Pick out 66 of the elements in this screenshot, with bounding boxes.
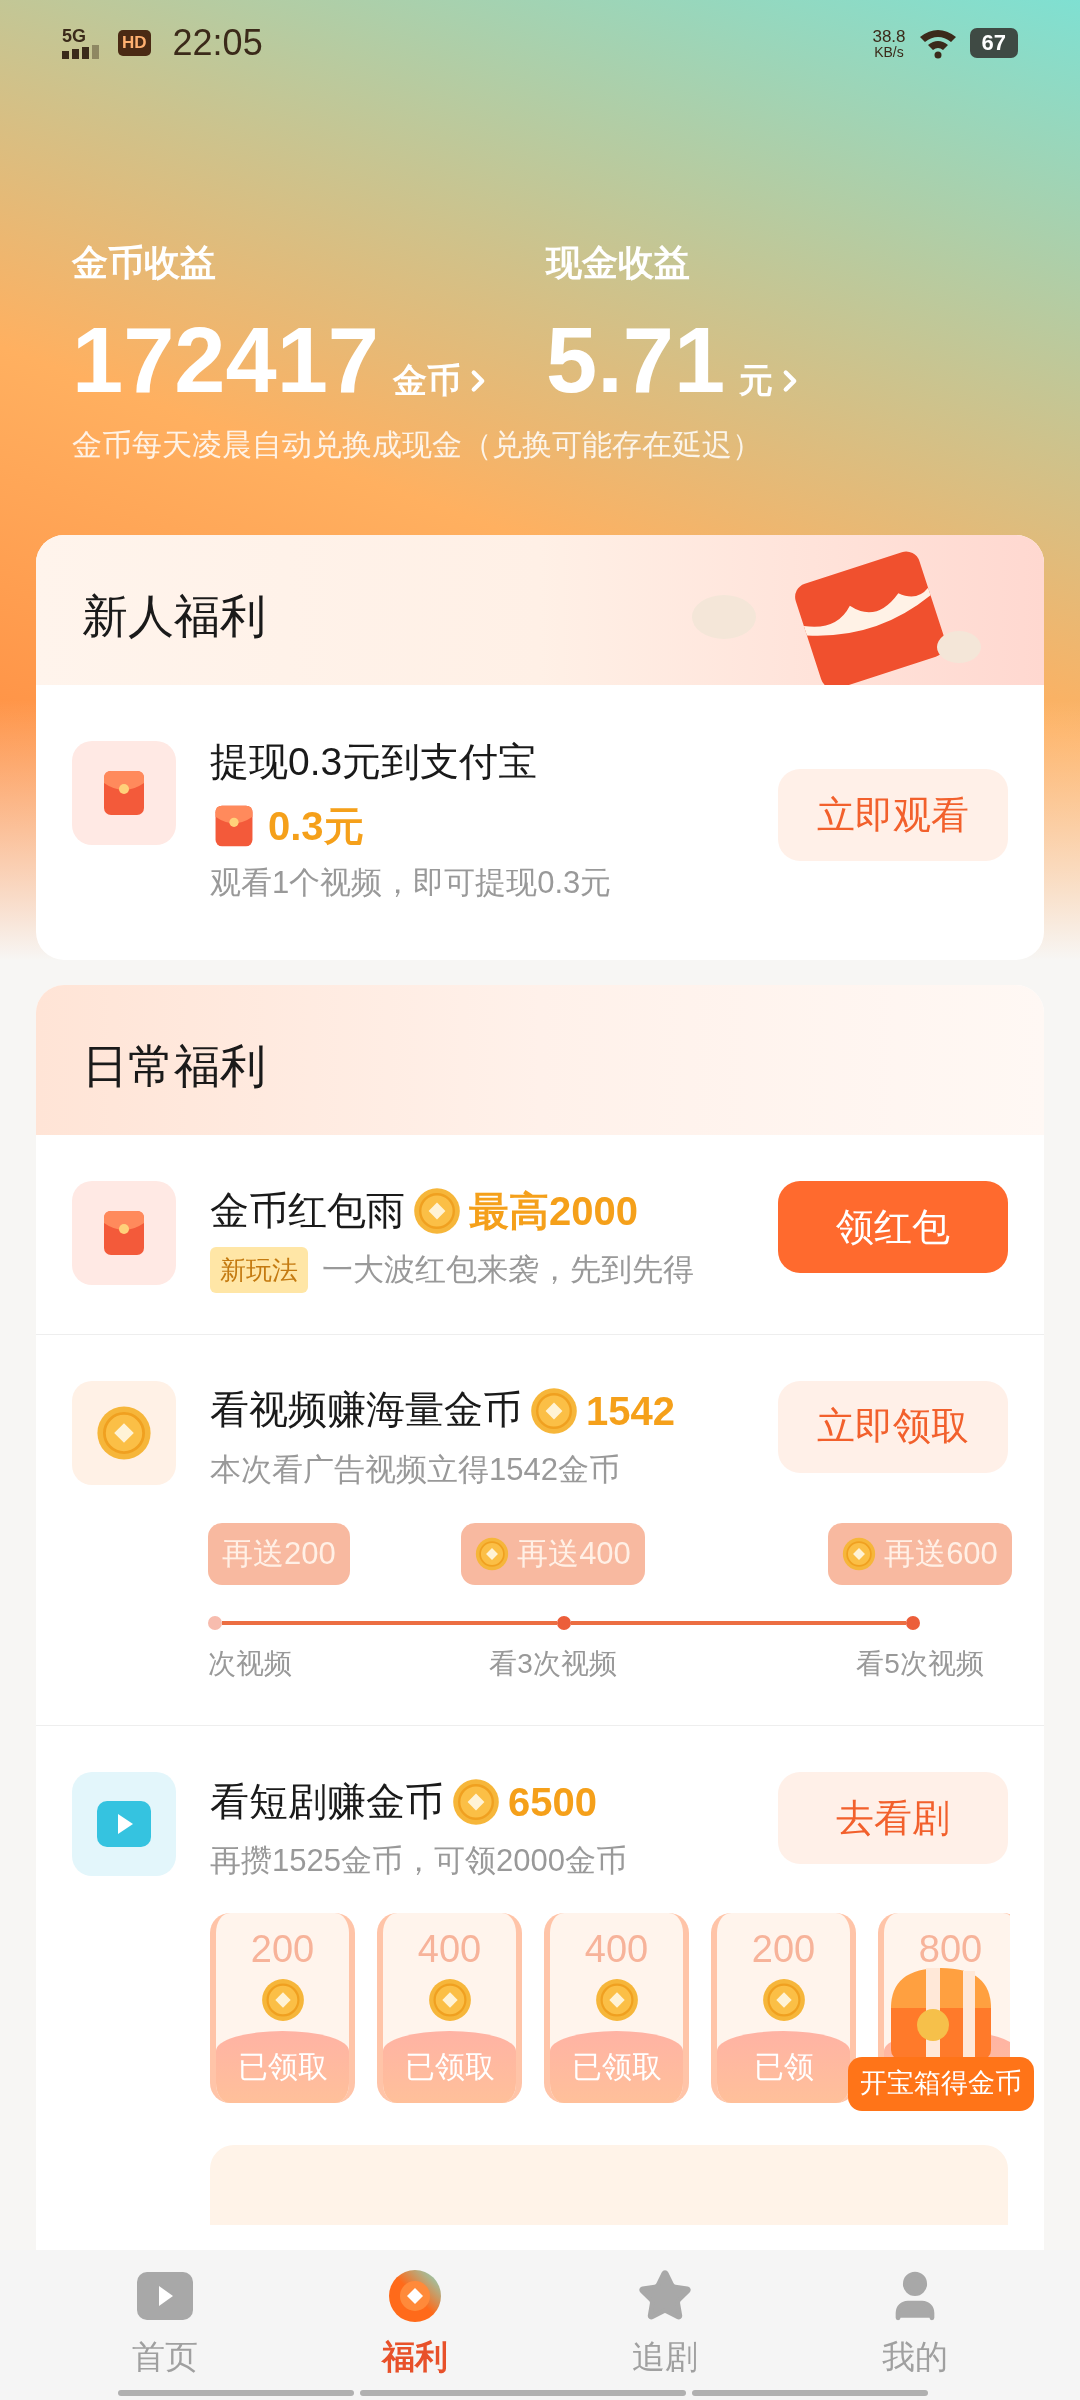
section-title: 日常福利 bbox=[82, 1038, 266, 1094]
reward-amount: 6500 bbox=[508, 1779, 597, 1826]
claimed-status: 已领 bbox=[753, 2049, 814, 2085]
item-title: 金币红包雨 bbox=[210, 1187, 405, 1234]
item-description: 观看1个视频，即可提现0.3元 bbox=[210, 863, 613, 902]
earnings-label: 金币收益 bbox=[72, 241, 217, 285]
item-title: 提现0.3元到支付宝 bbox=[210, 739, 539, 785]
new-feature-tag: 新玩法 bbox=[210, 1247, 308, 1294]
item-title: 看短剧赚金币 bbox=[210, 1778, 444, 1825]
bonus-tag: 再送400 bbox=[461, 1523, 645, 1585]
card-amount: 200 bbox=[250, 1926, 315, 1972]
coin-icon bbox=[594, 1977, 639, 2022]
coin-icon bbox=[388, 2269, 442, 2323]
earnings-label: 现金收益 bbox=[546, 241, 691, 285]
action-button[interactable]: 立即领取 bbox=[778, 1380, 1008, 1473]
action-button[interactable]: 立即观看 bbox=[778, 769, 1008, 861]
coin-icon bbox=[427, 1977, 472, 2022]
claimed-status: 已领取 bbox=[404, 2049, 495, 2085]
item-description: 再攒1525金币，可领2000金币 bbox=[210, 1842, 627, 1880]
play-icon bbox=[97, 1801, 151, 1847]
network-type: 5G bbox=[62, 27, 87, 45]
reward-amount: 1542 bbox=[586, 1387, 675, 1435]
action-button[interactable]: 去看剧 bbox=[778, 1772, 1008, 1864]
reward-amount: 0.3元 bbox=[268, 802, 364, 850]
clock-time: 22:05 bbox=[172, 21, 263, 65]
earnings-unit-link[interactable]: 金币 bbox=[393, 355, 495, 406]
earnings-amount: 5.71 bbox=[546, 308, 726, 413]
earnings-amount: 172417 bbox=[72, 308, 379, 413]
card-amount: 800 bbox=[918, 1926, 983, 1972]
nav-tab[interactable]: 福利 bbox=[315, 2266, 515, 2382]
section-title: 新人福利 bbox=[82, 588, 266, 644]
exchange-note: 金币每天凌晨自动兑换成现金（兑换可能存在延迟） bbox=[72, 427, 763, 463]
card-amount: 200 bbox=[751, 1926, 816, 1972]
signal-icon bbox=[62, 45, 102, 59]
coin-icon bbox=[475, 1537, 510, 1571]
nav-tab[interactable]: 首页 bbox=[65, 2266, 265, 2382]
nav-tab[interactable]: 追剧 bbox=[565, 2266, 765, 2382]
claimed-status: 已领取 bbox=[237, 2049, 328, 2085]
card-amount: 400 bbox=[584, 1926, 649, 1972]
action-button[interactable]: 领红包 bbox=[778, 1181, 1008, 1273]
open-chest-badge[interactable]: 开宝箱得金币 bbox=[848, 2056, 1034, 2111]
milestone-label: 看5次视频 bbox=[856, 1647, 984, 1681]
coin-icon bbox=[96, 1404, 152, 1461]
coin-icon bbox=[761, 1977, 806, 2022]
milestone-label: 看3次视频 bbox=[489, 1647, 617, 1681]
earnings-unit-link[interactable]: 元 bbox=[739, 355, 808, 406]
item-description: 本次看广告视频立得1542金币 bbox=[210, 1450, 620, 1489]
reward-amount: 最高2000 bbox=[469, 1188, 638, 1235]
claimed-status: 已领取 bbox=[571, 2049, 662, 2085]
network-speed: 38.8 bbox=[872, 27, 906, 45]
nav-tab[interactable]: 我的 bbox=[815, 2266, 1015, 2382]
coin-icon bbox=[413, 1187, 461, 1235]
battery-indicator: 67 bbox=[969, 28, 1018, 58]
coin-icon bbox=[842, 1537, 877, 1571]
coin-icon bbox=[452, 1778, 500, 1826]
item-title: 看视频赚海量金币 bbox=[210, 1387, 522, 1434]
speed-unit: KB/s bbox=[874, 44, 904, 59]
bonus-tag: 再送600 bbox=[828, 1523, 1012, 1585]
card-amount: 400 bbox=[417, 1926, 482, 1972]
coin-icon bbox=[260, 1977, 305, 2022]
milestone-label: 次视频 bbox=[208, 1647, 292, 1681]
coin-icon bbox=[530, 1386, 578, 1435]
play-icon bbox=[137, 2272, 193, 2320]
item-description: 一大波红包来袭，先到先得 bbox=[322, 1251, 694, 1289]
hd-badge: HD bbox=[118, 30, 151, 56]
bonus-tag: 再送200 bbox=[208, 1523, 350, 1585]
